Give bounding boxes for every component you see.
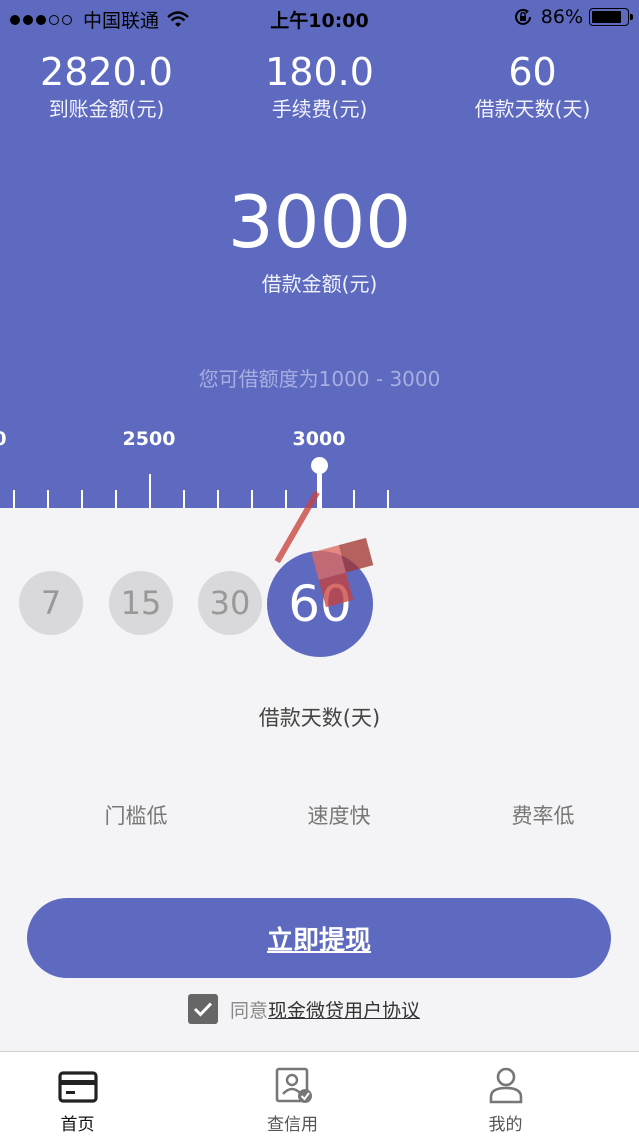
term-option-30[interactable]: 30 xyxy=(198,571,262,635)
received-amount-value: 2820.0 xyxy=(40,50,173,94)
agreement-checkbox[interactable] xyxy=(188,994,218,1024)
ruler-label: 0 xyxy=(0,428,7,450)
battery-percent: 86% xyxy=(540,6,583,28)
ruler-label: 3000 xyxy=(292,428,346,450)
term-option-60-selected[interactable]: 60 xyxy=(267,551,373,657)
loan-range-hint: 您可借额度为1000 - 3000 xyxy=(198,367,441,391)
ruler-tick xyxy=(183,490,185,508)
tab-mine[interactable]: 我的 xyxy=(398,1052,611,1136)
battery-fill xyxy=(592,11,622,23)
days-label: 借款天数(天) xyxy=(474,97,591,121)
ruler-tick xyxy=(47,490,49,508)
ruler-pointer-knob[interactable] xyxy=(311,457,328,474)
feature-list: 门槛低 速度快 费率低 xyxy=(0,800,639,832)
battery-icon xyxy=(589,8,633,26)
withdraw-button[interactable]: 立即提现 xyxy=(27,898,611,978)
tab-label-credit: 查信用 xyxy=(267,1115,318,1135)
loan-amount-label: 借款金额(元) xyxy=(261,272,378,296)
ruler-tick xyxy=(217,490,219,508)
user-icon xyxy=(489,1067,523,1104)
ruler-label: 2500 xyxy=(122,428,176,450)
term-option-15[interactable]: 15 xyxy=(109,571,173,635)
ruler-tick xyxy=(81,490,83,508)
ruler-tick xyxy=(149,474,151,508)
ruler-tick xyxy=(115,490,117,508)
received-amount-label: 到账金额(元) xyxy=(48,97,165,121)
received-amount-stat: 2820.0 到账金额(元) xyxy=(0,50,213,124)
term-selector: 7 15 30 60 xyxy=(0,508,639,688)
credit-report-icon xyxy=(275,1067,312,1103)
tab-home[interactable]: 首页 xyxy=(0,1052,213,1136)
fee-stat: 180.0 手续费(元) xyxy=(213,50,426,124)
ruler-tick xyxy=(13,490,15,508)
tab-label-home: 首页 xyxy=(60,1115,95,1135)
days-value: 60 xyxy=(508,50,557,94)
ruler-tick xyxy=(387,490,389,508)
tab-label-mine: 我的 xyxy=(488,1115,523,1135)
card-icon xyxy=(58,1071,98,1103)
agreement-link[interactable]: 现金微贷用户协议 xyxy=(268,996,420,1023)
ruler-tick xyxy=(251,490,253,508)
status-right: 86% xyxy=(513,6,633,28)
fee-label: 手续费(元) xyxy=(271,97,368,121)
term-option-7[interactable]: 7 xyxy=(19,571,83,635)
loan-summary-panel: 中国联通 上午10:00 86% 2820.0 到账金额(元) 180.0 手续… xyxy=(0,0,639,508)
tab-bar: 首页 查信用 我的 xyxy=(0,1051,639,1136)
app-screen: 中国联通 上午10:00 86% 2820.0 到账金额(元) 180.0 手续… xyxy=(0,0,639,1136)
amount-ruler-slider[interactable]: 0 2500 3000 xyxy=(0,420,639,508)
tab-credit[interactable]: 查信用 xyxy=(190,1052,403,1136)
agreement-row: 同意 现金微贷用户协议 xyxy=(188,993,420,1025)
term-label: 借款天数(天) xyxy=(258,706,381,730)
feature-item: 费率低 xyxy=(511,804,575,828)
days-stat: 60 借款天数(天) xyxy=(426,50,639,124)
status-bar: 中国联通 上午10:00 86% xyxy=(0,0,639,36)
ruler-tick xyxy=(285,490,287,508)
checkmark-icon xyxy=(193,1002,213,1017)
ruler-tick xyxy=(353,490,355,508)
feature-item: 速度快 xyxy=(307,804,371,828)
orientation-lock-icon xyxy=(514,8,531,25)
loan-amount-value: 3000 xyxy=(227,180,412,264)
agreement-prefix: 同意 xyxy=(230,999,269,1022)
fee-value: 180.0 xyxy=(265,50,374,94)
feature-item: 门槛低 xyxy=(104,804,168,828)
